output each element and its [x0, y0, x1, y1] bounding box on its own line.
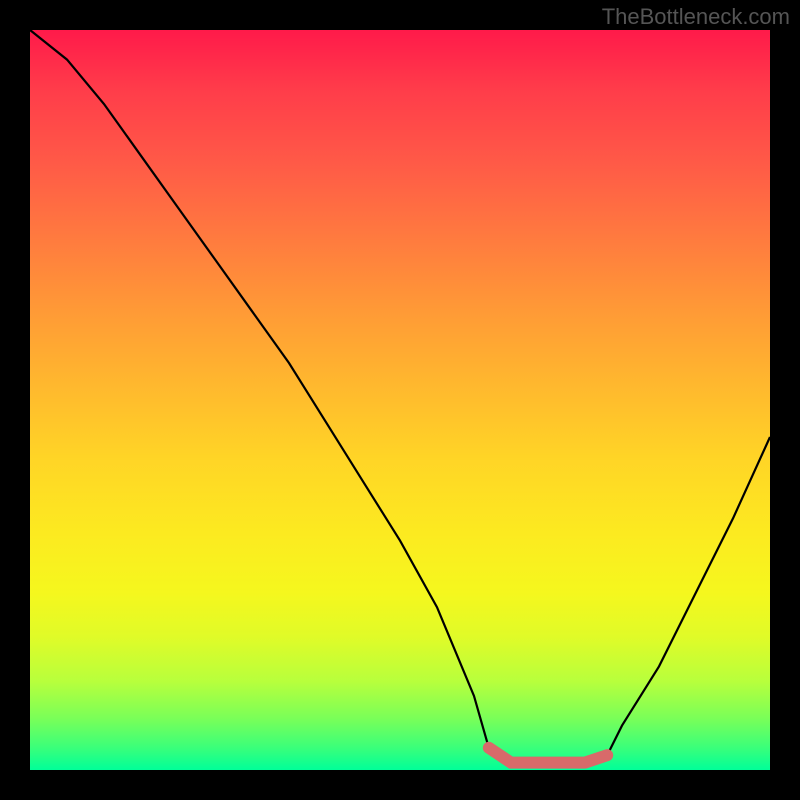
bottleneck-curve — [30, 30, 770, 763]
chart-container: TheBottleneck.com — [0, 0, 800, 800]
optimal-zone-highlight — [489, 748, 607, 763]
watermark-text: TheBottleneck.com — [602, 4, 790, 30]
chart-svg — [30, 30, 770, 770]
